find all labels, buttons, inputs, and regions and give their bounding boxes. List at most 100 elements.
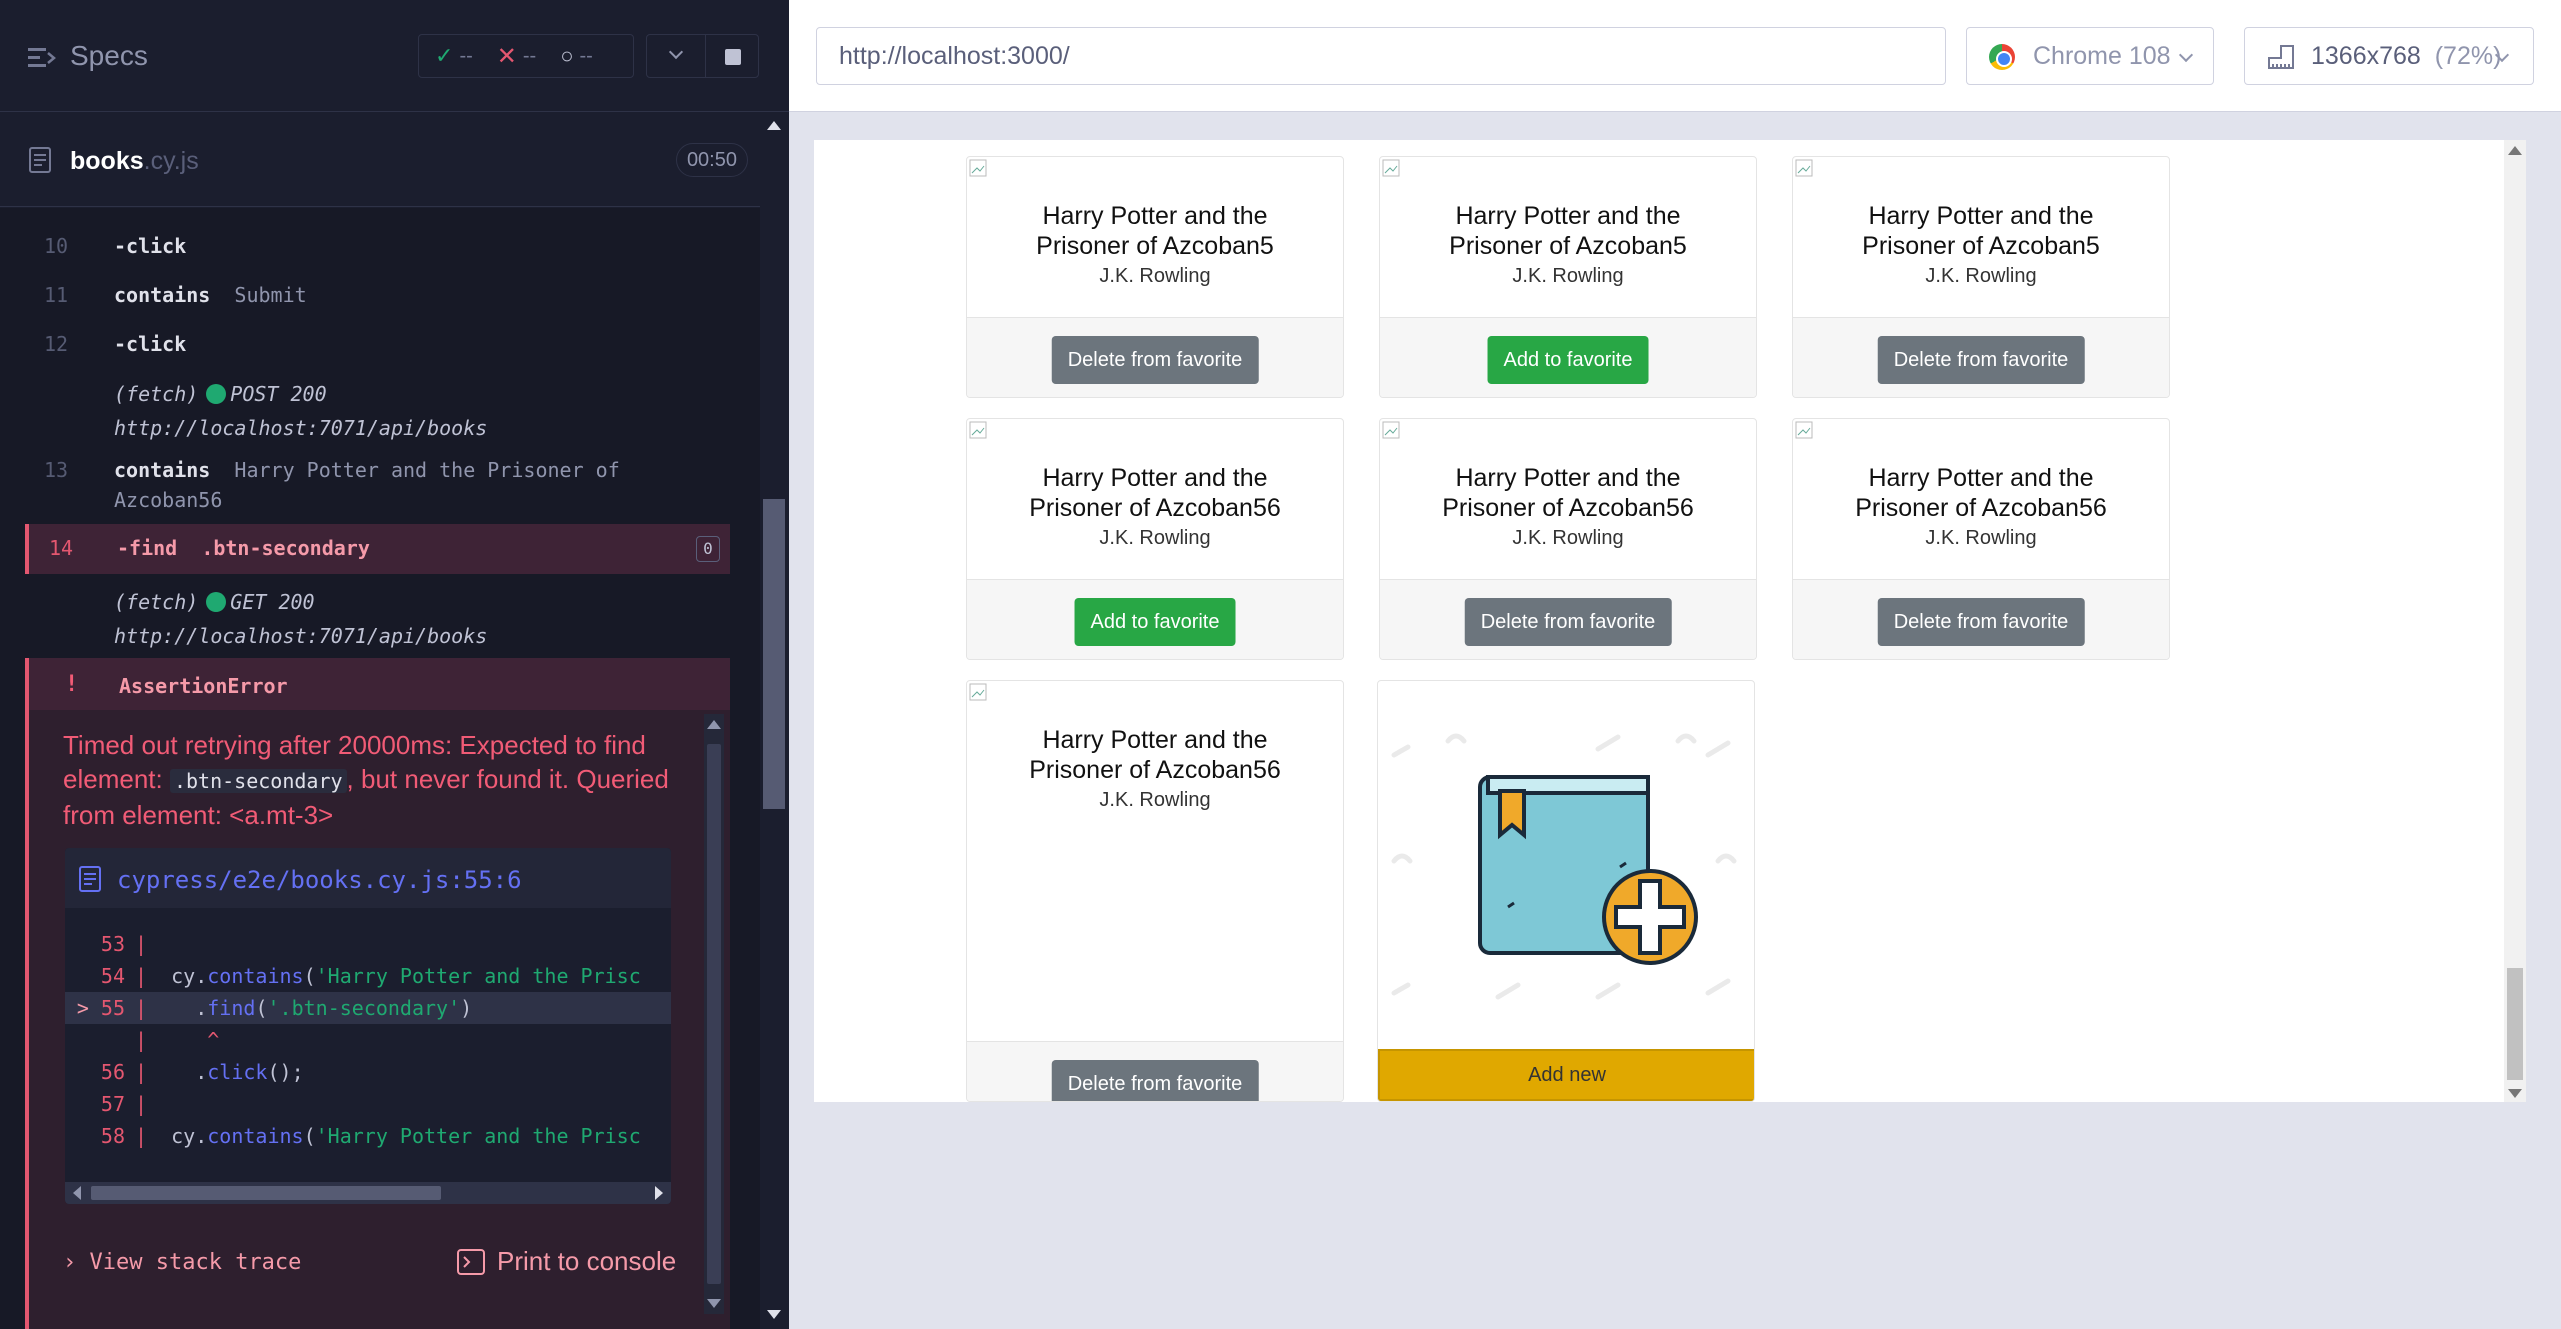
line-number: 58 [100,1124,125,1148]
scrollbar-thumb[interactable] [763,499,785,809]
fetch-url: http://localhost:7071/api/books [114,624,488,648]
delete-favorite-button[interactable]: Delete from favorite [1464,598,1672,646]
command-row[interactable]: 10 -click [0,234,730,264]
delete-favorite-button[interactable]: Delete from favorite [1051,336,1259,384]
scroll-down-icon[interactable] [767,1310,781,1319]
file-icon [79,866,101,892]
fetch-name: (fetch) [114,382,199,406]
delete-favorite-button[interactable]: Delete from favorite [1051,1060,1259,1101]
error-panel: ! AssertionError Timed out retrying afte… [25,658,730,1329]
scroll-up-icon[interactable] [767,121,781,130]
command-number: 12 [44,332,69,356]
fetch-row[interactable]: (fetch) GET 200 http://localhost:7071/api… [0,590,730,660]
terminal-icon [457,1248,485,1275]
code-frame-path[interactable]: cypress/e2e/books.cy.js:55:6 [117,866,522,894]
add-new-card: Add new [1377,680,1755,1102]
fetch-row[interactable]: (fetch) POST 200 http://localhost:7071/ap… [0,382,730,452]
book-title: Harry Potter and the Prisoner of Azcoban5 [967,201,1343,261]
view-stack-trace-button[interactable]: › View stack trace [63,1250,301,1275]
book-title-line1: Harry Potter and the [1042,202,1268,230]
error-scrollbar[interactable] [704,714,724,1314]
book-title-line1: Harry Potter and the [1455,464,1681,492]
add-favorite-button[interactable]: Add to favorite [1074,598,1236,646]
expand-commands-button[interactable] [646,34,706,78]
command-log-scrollbar[interactable] [760,113,789,1329]
print-to-console-button[interactable]: Print to console [457,1246,676,1277]
add-favorite-button[interactable]: Add to favorite [1487,336,1649,384]
command-name: -find .btn-secondary [117,536,370,560]
code-frame-file[interactable]: cypress/e2e/books.cy.js:55:6 [65,848,671,908]
command-row[interactable]: 13 contains Harry Potter and the Prisone… [0,458,730,528]
line-number: 56 [100,1060,125,1084]
fetch-method: GET 200 [230,590,315,614]
book-title-line1: Harry Potter and the [1868,202,2094,230]
book-card: Harry Potter and the Prisoner of Azcoban5… [1792,156,2170,398]
scrollbar-thumb[interactable] [707,744,721,1284]
book-author: J.K. Rowling [1099,265,1211,287]
scroll-up-icon[interactable] [707,720,721,729]
line-number: 53 [100,932,125,956]
scroll-right-icon[interactable] [655,1186,663,1200]
stop-icon [725,49,741,65]
book-title: Harry Potter and the Prisoner of Azcoban5… [967,463,1343,523]
command-row[interactable]: 11 contains Submit [0,283,730,313]
spec-file-header[interactable]: books.cy.js 00:50 [0,113,760,207]
book-author: J.K. Rowling [1925,265,2037,287]
viewport-size: 1366x768 [2311,42,2421,70]
scroll-down-icon[interactable] [707,1299,721,1308]
failed-command-row[interactable]: 14 -find .btn-secondary 0 [25,524,730,574]
aut-scrollbar[interactable] [2504,140,2526,1102]
card-footer: Delete from favorite [1380,579,1756,659]
book-add-illustration [1391,733,1737,1000]
card-footer: Add to favorite [1380,317,1756,397]
error-title: AssertionError [119,674,288,698]
command-arg: .btn-secondary [201,536,370,560]
scroll-down-icon[interactable] [2508,1089,2522,1098]
card-footer: Delete from favorite [1793,317,2169,397]
broken-image-icon [969,421,987,439]
specs-title[interactable]: Specs [70,40,148,72]
stop-button[interactable] [705,34,759,78]
fetch-label: (fetch) POST 200 [114,382,327,406]
book-title: Harry Potter and the Prisoner of Azcoban5… [1793,463,2169,523]
passed-stat: ✓ -- [435,43,473,69]
command-name-text: -find [117,536,178,560]
book-author: J.K. Rowling [1925,527,2037,549]
book-title-line1: Harry Potter and the [1042,464,1268,492]
book-title-line2: Prisoner of Azcoban5 [1036,232,1274,260]
command-arg: Harry Potter and the Prisoner of [234,458,620,482]
browser-selector[interactable]: Chrome 108 [1966,27,2214,85]
broken-image-icon [1382,159,1400,177]
broken-image-icon [969,683,987,701]
scroll-up-icon[interactable] [2508,146,2522,155]
book-title-line2: Prisoner of Azcoban5 [1862,232,2100,260]
book-title-line2: Prisoner of Azcoban56 [1442,494,1694,522]
code-horizontal-scrollbar[interactable] [65,1182,671,1204]
command-row[interactable]: 12 -click [0,332,730,362]
broken-image-icon [1795,159,1813,177]
command-arg: Submit [234,283,307,307]
delete-favorite-button[interactable]: Delete from favorite [1877,598,2085,646]
add-new-button[interactable]: Add new [1378,1049,1754,1101]
url-bar[interactable]: http://localhost:3000/ [816,27,1946,85]
scroll-left-icon[interactable] [73,1186,81,1200]
error-message: Timed out retrying after 20000ms: Expect… [63,728,703,832]
scrollbar-thumb[interactable] [2507,968,2523,1080]
scrollbar-thumb[interactable] [91,1186,441,1200]
test-stats: ✓ -- ✕ -- ○ -- [418,34,634,78]
code-line: | ^ [135,1028,220,1052]
specs-menu-icon[interactable] [28,46,56,70]
broken-image-icon [969,159,987,177]
book-title-line1: Harry Potter and the [1455,202,1681,230]
viewport-selector[interactable]: 1366x768 (72%) [2244,27,2534,85]
aut-header: http://localhost:3000/ Chrome 108 1366x7… [789,0,2561,112]
delete-favorite-button[interactable]: Delete from favorite [1877,336,2085,384]
command-arg-cont: Azcoban56 [114,488,223,512]
specs-header: Specs ✓ -- ✕ -- ○ -- [0,0,789,112]
chevron-down-icon [2178,47,2194,63]
status-dot-icon [206,384,227,404]
command-number: 14 [49,536,74,560]
book-title-line2: Prisoner of Azcoban56 [1855,494,2107,522]
fetch-label: (fetch) GET 200 [114,590,315,614]
book-card: Harry Potter and the Prisoner of Azcoban5… [1379,156,1757,398]
